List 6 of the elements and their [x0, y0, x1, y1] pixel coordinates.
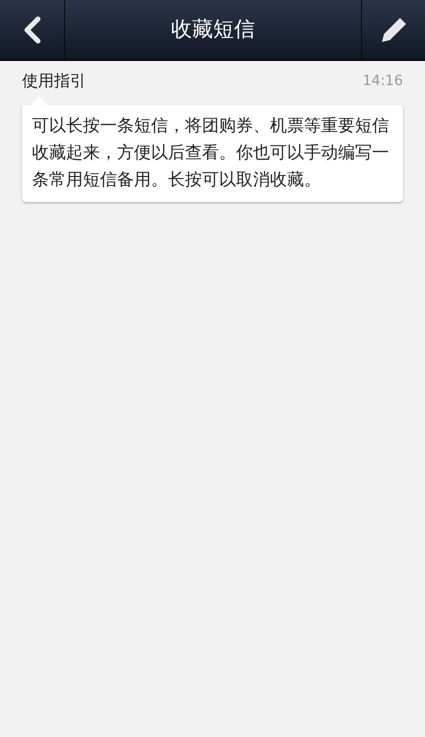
back-icon [23, 16, 41, 44]
pencil-icon [380, 16, 408, 44]
message-time: 14:16 [362, 72, 403, 90]
screen-title: 收藏短信 [171, 16, 255, 43]
sender-name: 使用指引 [22, 70, 86, 92]
message-text: 可以长按一条短信，将团购券、机票等重要短信收藏起来，方便以后查看。你也可以手动编写一条常用短信备用。长按可以取消收藏。 [32, 115, 390, 192]
